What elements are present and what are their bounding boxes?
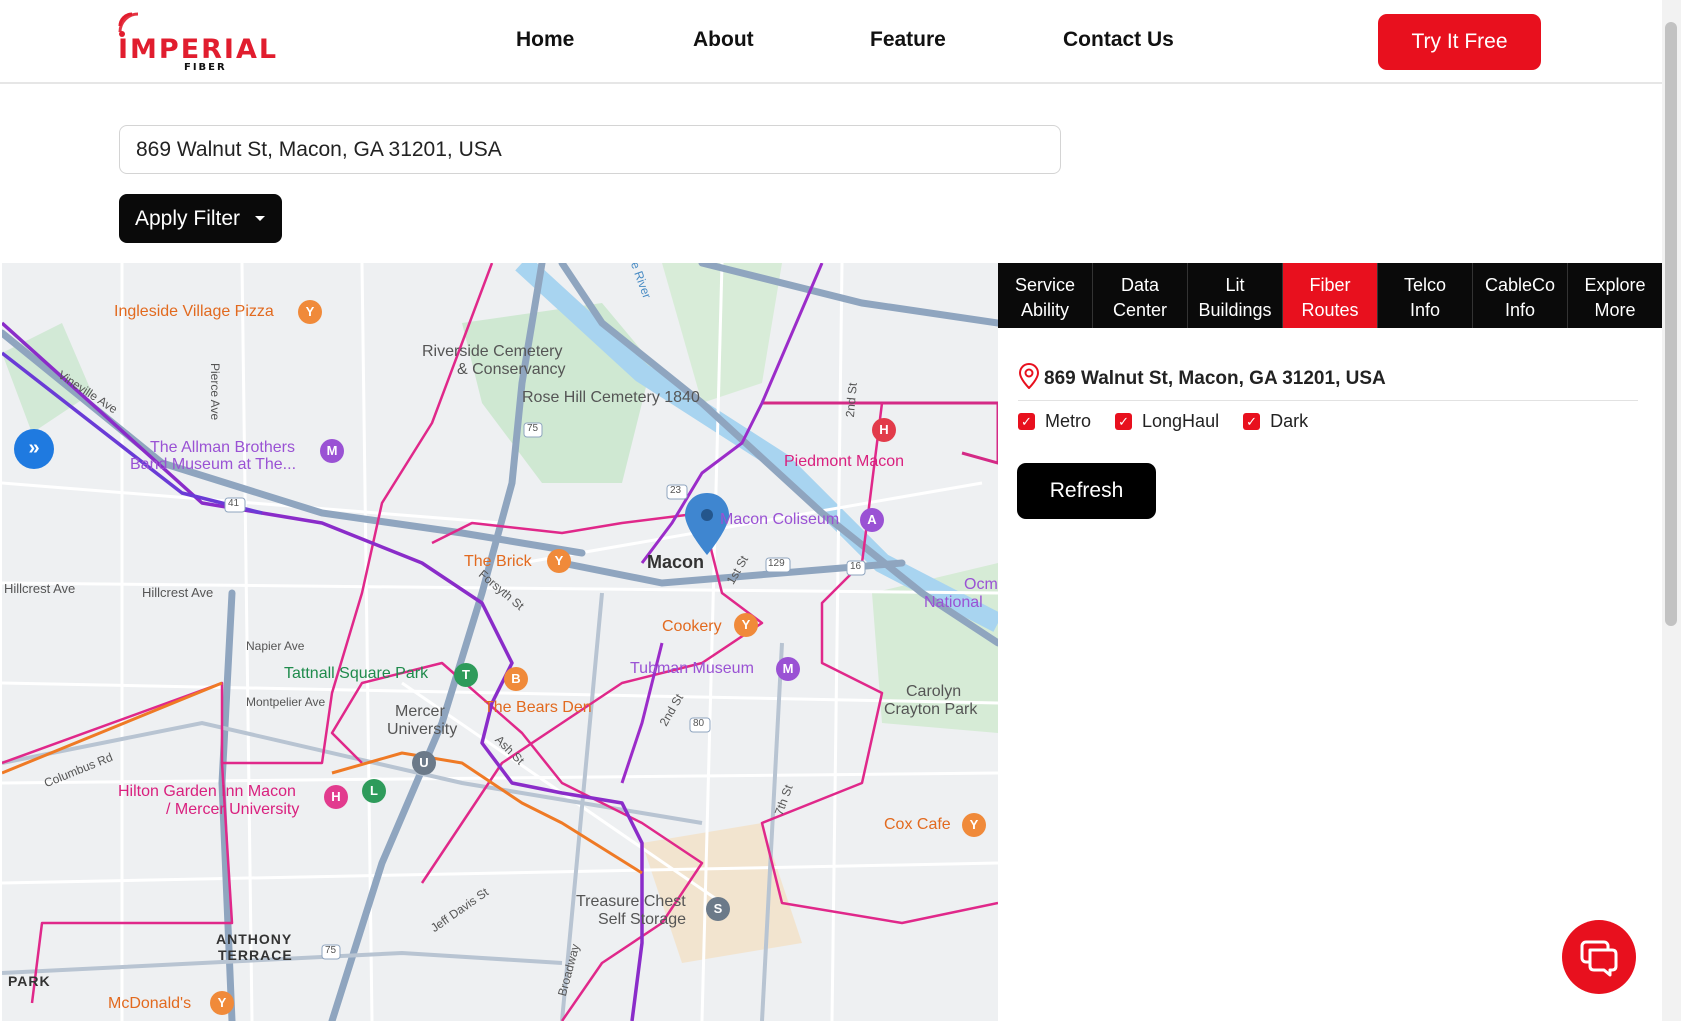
university-icon[interactable]: U (412, 751, 436, 775)
brand-name: IMPERIAL (118, 34, 279, 65)
checkmark-icon: ✓ (1243, 413, 1261, 430)
map-label-tubman: Tubman Museum (630, 660, 754, 677)
restaurant-icon[interactable]: Y (210, 991, 234, 1015)
map-label-piedmont: Piedmont Macon (784, 453, 905, 470)
bar-icon[interactable]: B (504, 667, 528, 691)
street-label-hillcrest-2: Hillcrest Ave (142, 585, 214, 600)
double-chevron-right-icon[interactable]: » (14, 429, 54, 469)
shield-23: 23 (670, 485, 682, 496)
nav-contact-us[interactable]: Contact Us (1063, 28, 1174, 52)
nav-feature[interactable]: Feature (870, 28, 946, 52)
map-label-anthony-2: TERRACE (218, 947, 293, 963)
nav-about[interactable]: About (693, 28, 754, 52)
scrollbar-thumb[interactable] (1665, 22, 1677, 626)
longhaul-checkbox[interactable]: ✓ LongHaul (1115, 411, 1219, 432)
shield-41: 41 (228, 498, 240, 509)
map-label-riverside-2: & Conservancy (457, 361, 566, 378)
fiber-routes-panel: Service Ability Data Center Lit Buildings F… (998, 263, 1662, 1021)
tab-service-ability[interactable]: Service Ability (998, 263, 1093, 328)
nav-home[interactable]: Home (516, 28, 574, 52)
map-label-allman-2: Band Museum at The... (130, 456, 297, 473)
street-label-hillcrest-1: Hillcrest Ave (4, 581, 76, 596)
checkmark-icon: ✓ (1115, 413, 1133, 430)
street-label-2nd-north: 2nd St (842, 382, 860, 418)
street-label-napier: Napier Ave (246, 639, 305, 653)
apply-filter-button[interactable]: Apply Filter (119, 194, 282, 243)
tab-explore-more[interactable]: Explore More (1568, 263, 1662, 328)
shield-16: 16 (850, 561, 862, 572)
chat-button[interactable] (1562, 920, 1636, 994)
secondary-roads (2, 592, 784, 1021)
map-label-mercer-1: Mercer (395, 703, 445, 720)
map-label-mercer-2: University (387, 721, 458, 738)
selected-address: 869 Walnut St, Macon, GA 31201, USA (1044, 368, 1386, 389)
restaurant-icon[interactable]: Y (734, 613, 758, 637)
shield-75: 75 (527, 423, 539, 434)
caret-down-icon (255, 216, 265, 221)
map-label-ingleside: Ingleside Village Pizza (114, 303, 274, 320)
shield-80: 80 (693, 718, 705, 729)
map-label-ocm-2: National (924, 594, 983, 611)
map-label-park: PARK (8, 973, 51, 989)
try-it-free-button[interactable]: Try It Free (1378, 14, 1541, 70)
brand-subname: FIBER (184, 62, 227, 73)
tab-telco-info[interactable]: Telco Info (1378, 263, 1473, 328)
refresh-button[interactable]: Refresh (1017, 463, 1156, 519)
tab-cableco-info[interactable]: CableCo Info (1473, 263, 1568, 328)
brand-logo[interactable]: IMPERIAL FIBER (118, 12, 308, 74)
map-label-hilton-2: / Mercer University (166, 801, 300, 818)
storage-icon[interactable]: S (706, 897, 730, 921)
landmark-icon[interactable]: L (362, 779, 386, 803)
route-type-filters: ✓ Metro ✓ LongHaul ✓ Dark (1018, 411, 1308, 432)
restaurant-icon[interactable]: Y (962, 813, 986, 837)
museum-icon[interactable]: M (320, 439, 344, 463)
checkmark-icon: ✓ (1018, 413, 1035, 430)
fiber-map[interactable]: Ingleside Village Pizza Y Riverside Ceme… (2, 263, 998, 1021)
site-header: IMPERIAL FIBER Home About Feature Contac… (0, 0, 1662, 84)
map-label-carolyn-2: Crayton Park (884, 701, 978, 718)
tab-fiber-routes[interactable]: Fiber Routes (1283, 263, 1378, 328)
map-label-treasure-1: Treasure Chest (576, 893, 686, 910)
map-label-riverside-1: Riverside Cemetery (422, 343, 563, 360)
hotel-icon[interactable]: H (324, 785, 348, 809)
arena-icon[interactable]: A (860, 508, 884, 532)
map-label-brick: The Brick (464, 553, 532, 570)
museum-icon[interactable]: M (776, 657, 800, 681)
street-label-montpelier: Montpelier Ave (246, 695, 326, 709)
page: IMPERIAL FIBER Home About Feature Contac… (0, 0, 1681, 1021)
map-label-mcdonalds: McDonald's (108, 995, 192, 1012)
map-label-rosehill: Rose Hill Cemetery 1840 (522, 389, 700, 406)
map-label-anthony-1: ANTHONY (216, 931, 293, 947)
park-tree-icon[interactable]: T (454, 663, 478, 687)
chat-bubbles-icon (1580, 940, 1618, 977)
tab-lit-buildings[interactable]: Lit Buildings (1188, 263, 1283, 328)
location-pin-icon (1018, 363, 1040, 389)
apply-filter-label: Apply Filter (135, 206, 241, 230)
map-label-allman-1: The Allman Brothers (150, 439, 295, 456)
shield-129: 129 (768, 558, 785, 569)
address-search-input[interactable] (119, 125, 1061, 174)
map-label-hilton-1: Hilton Garden Inn Macon (118, 783, 296, 800)
hospital-icon[interactable]: H (872, 418, 896, 442)
map-label-ocm-1: Ocm (964, 576, 998, 593)
map-label-coliseum: Macon Coliseum (720, 511, 840, 528)
restaurant-icon[interactable]: Y (298, 300, 322, 324)
dark-checkbox[interactable]: ✓ Dark (1243, 411, 1308, 432)
map-label-coxcafe: Cox Cafe (884, 816, 951, 833)
street-label-pierce: Pierce Ave (208, 363, 222, 421)
panel-tabs: Service Ability Data Center Lit Buildings F… (998, 263, 1662, 328)
metro-checkbox[interactable]: ✓ Metro (1018, 411, 1091, 432)
map-label-bearsden: The Bears Den (484, 699, 592, 716)
map-label-tattnall: Tattnall Square Park (284, 665, 429, 682)
map-label-treasure-2: Self Storage (598, 911, 687, 928)
shield-75-south: 75 (325, 945, 337, 956)
map-label-cookery: Cookery (662, 618, 722, 635)
tab-data-center[interactable]: Data Center (1093, 263, 1188, 328)
map-label-macon: Macon (647, 552, 705, 572)
map-label-carolyn-1: Carolyn (906, 683, 962, 700)
restaurant-icon[interactable]: Y (547, 549, 571, 573)
